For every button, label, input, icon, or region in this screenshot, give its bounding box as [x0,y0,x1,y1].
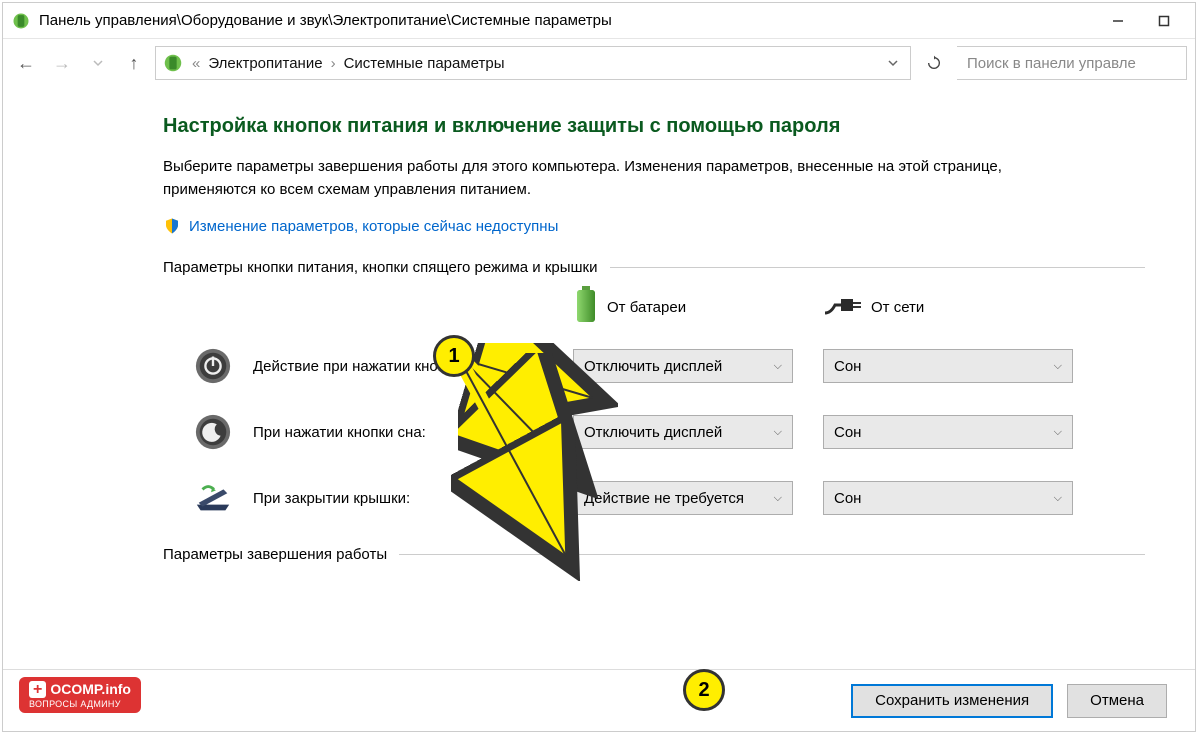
forward-button[interactable]: → [47,48,77,78]
column-battery: От батареи [573,286,793,328]
row-sleep-button-label: При нажатии кнопки сна: [253,424,573,441]
watermark: +OCOMP.info ВОПРОСЫ АДМИНУ [19,677,141,713]
save-button[interactable]: Сохранить изменения [851,684,1053,718]
battery-icon [573,286,599,328]
power-options-icon [11,11,31,31]
section-shutdown-label: Параметры завершения работы [163,546,1145,563]
shield-link-text: Изменение параметров, которые сейчас нед… [189,218,558,235]
shield-icon [163,217,181,235]
chevron-down-icon: ⌵ [774,426,782,439]
row-power-button-label: Действие при нажатии кнопки питания: [253,358,573,375]
power-plan-icon [162,52,184,74]
lid-close-ac-dropdown[interactable]: Сон ⌵ [823,481,1073,515]
chevron-down-icon: ⌵ [1054,492,1062,505]
section-power-buttons-label: Параметры кнопки питания, кнопки спящего… [163,259,1145,276]
cancel-button[interactable]: Отмена [1067,684,1167,718]
page-description: Выберите параметры завершения работы для… [163,156,1083,201]
power-button-ac-dropdown[interactable]: Сон ⌵ [823,349,1073,383]
change-unavailable-settings-link[interactable]: Изменение параметров, которые сейчас нед… [163,217,1145,235]
breadcrumb-history-dropdown[interactable] [882,55,904,72]
up-button[interactable]: ↑ [119,48,149,78]
minimize-button[interactable] [1095,6,1141,36]
lid-close-icon [193,478,233,518]
sleep-button-ac-dropdown[interactable]: Сон ⌵ [823,415,1073,449]
breadcrumb-separator: › [327,55,340,72]
column-plugged: От сети [823,293,1073,321]
sleep-button-battery-dropdown[interactable]: Отключить дисплей ⌵ [573,415,793,449]
content-area: Настройка кнопок питания и включение защ… [3,87,1195,563]
lid-close-battery-dropdown[interactable]: Действие не требуется ⌵ [573,481,793,515]
chevron-down-icon: ⌵ [1054,360,1062,373]
column-headers: От батареи От сети [163,286,1145,328]
back-button[interactable]: ← [11,48,41,78]
chevron-down-icon: ⌵ [774,492,782,505]
footer-button-bar: Сохранить изменения Отмена [3,669,1195,731]
search-input[interactable]: Поиск в панели управле [957,46,1187,80]
annotation-bubble-2: 2 [683,669,725,711]
page-heading: Настройка кнопок питания и включение защ… [163,115,1145,138]
breadcrumb-bar[interactable]: « Электропитание › Системные параметры [155,46,911,80]
settings-grid: Действие при нажатии кнопки питания: Отк… [163,346,1145,518]
titlebar: Панель управления\Оборудование и звук\Эл… [3,3,1195,39]
window-title: Панель управления\Оборудование и звук\Эл… [39,12,1095,29]
sleep-button-icon [193,412,233,452]
control-panel-window: Панель управления\Оборудование и звук\Эл… [2,2,1196,732]
power-button-battery-dropdown[interactable]: Отключить дисплей ⌵ [573,349,793,383]
breadcrumb-prefix: « [188,55,204,72]
breadcrumb-item-2[interactable]: Системные параметры [344,55,505,72]
power-button-icon [193,346,233,386]
annotation-bubble-1: 1 [433,335,475,377]
nav-row: ← → ↑ « Электропитание › Системные парам… [3,39,1195,87]
breadcrumb-item-1[interactable]: Электропитание [208,55,322,72]
plug-icon [823,293,863,321]
chevron-down-icon: ⌵ [1054,426,1062,439]
chevron-down-icon: ⌵ [774,360,782,373]
recent-dropdown[interactable] [83,48,113,78]
row-lid-close-label: При закрытии крышки: [253,490,573,507]
refresh-button[interactable] [917,46,951,80]
search-placeholder: Поиск в панели управле [967,55,1136,72]
maximize-button[interactable] [1141,6,1187,36]
